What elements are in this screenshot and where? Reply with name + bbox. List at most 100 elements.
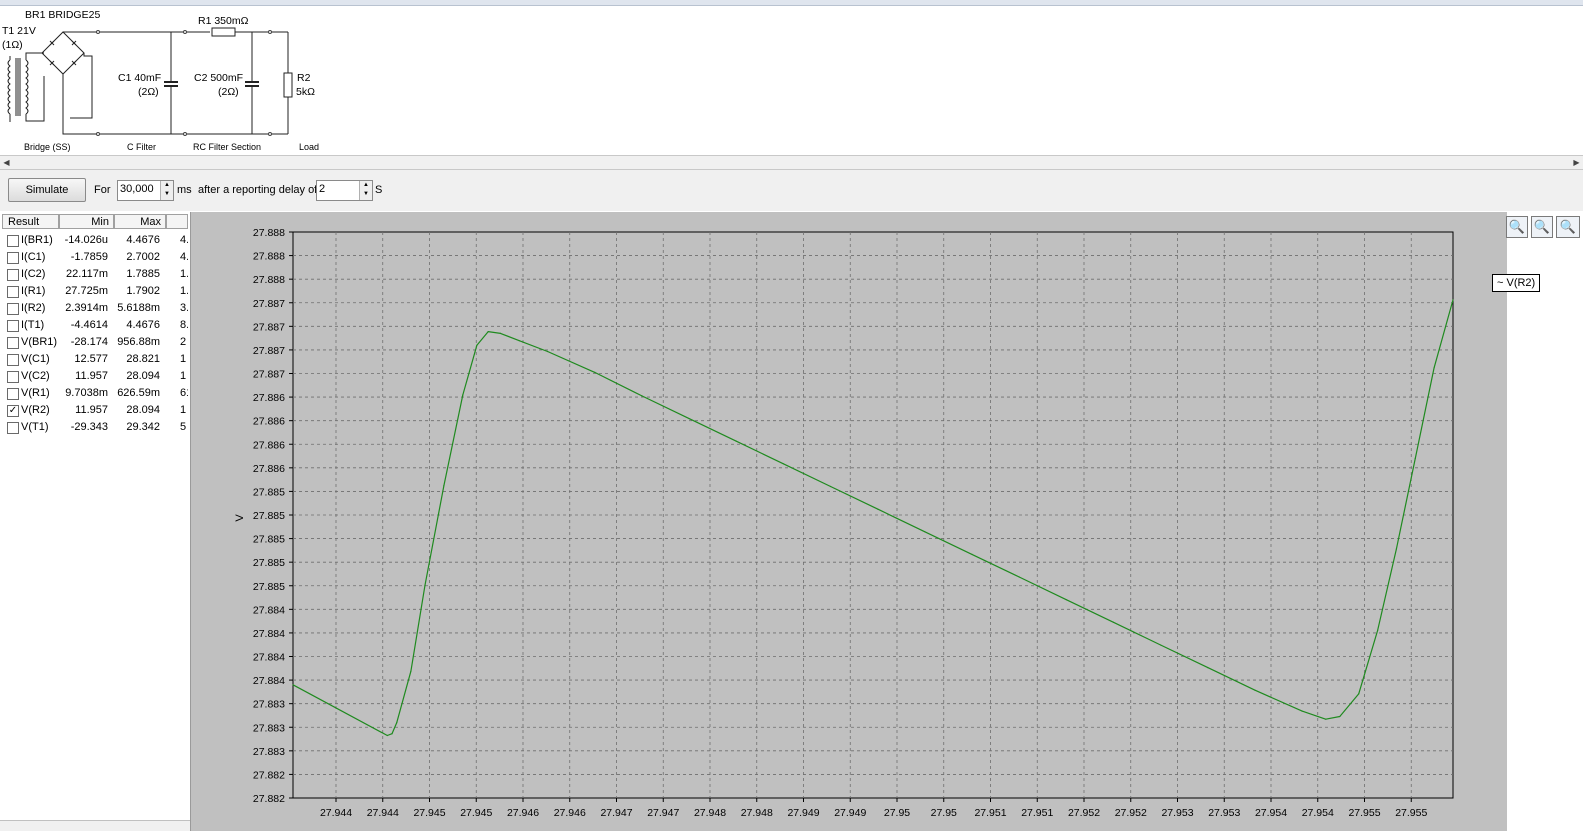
result-row[interactable]: V(T1) -29.343 29.342 5 bbox=[2, 419, 188, 436]
result-name: V(R2) bbox=[21, 404, 50, 416]
result-row[interactable]: V(C1) 12.577 28.821 1 bbox=[2, 351, 188, 368]
result-row[interactable]: I(R1) 27.725m 1.7902 1. bbox=[2, 283, 188, 300]
result-name: V(BR1) bbox=[21, 336, 58, 348]
result-min: -28.174 bbox=[70, 336, 108, 348]
result-checkbox[interactable] bbox=[7, 388, 19, 400]
x-tick-label: 27.948 bbox=[694, 807, 726, 819]
zoom-in-icon[interactable]: 🔍 bbox=[1506, 216, 1528, 238]
x-tick-label: 27.953 bbox=[1161, 807, 1193, 819]
for-label: For bbox=[94, 184, 111, 196]
result-name: I(T1) bbox=[21, 319, 45, 331]
y-tick-label: 27.884 bbox=[253, 675, 285, 687]
legend-v-r2[interactable]: ~ V(R2) bbox=[1492, 274, 1541, 292]
result-checkbox[interactable] bbox=[7, 286, 19, 298]
result-checkbox[interactable] bbox=[7, 303, 19, 315]
result-checkbox[interactable] bbox=[7, 252, 19, 264]
series-point bbox=[1433, 367, 1435, 369]
y-tick-label: 27.887 bbox=[253, 321, 285, 333]
scroll-right-arrow-icon[interactable]: ▶ bbox=[1570, 156, 1583, 169]
result-row[interactable]: I(R2) 2.3914m 5.6188m 3.2 bbox=[2, 300, 188, 317]
series-point bbox=[1254, 689, 1256, 691]
result-row[interactable]: I(C2) 22.117m 1.7885 1. bbox=[2, 266, 188, 283]
schematic-panel: BR1 BRIDGE25 T1 21V (1Ω) R1 350mΩ C1 40m… bbox=[0, 6, 1583, 154]
result-row[interactable]: I(BR1) -14.026u 4.4676 4. bbox=[2, 232, 188, 249]
series-point bbox=[396, 722, 398, 724]
delay-spin-arrows-icon[interactable]: ▲ ▼ bbox=[359, 181, 372, 200]
series-point bbox=[1301, 710, 1303, 712]
series-point bbox=[424, 584, 426, 586]
result-extra: 616 bbox=[180, 387, 188, 399]
x-tick-label: 27.954 bbox=[1302, 807, 1334, 819]
column-header-result[interactable]: Result bbox=[2, 214, 59, 229]
result-min: -1.7859 bbox=[70, 251, 108, 263]
result-name: V(T1) bbox=[21, 421, 49, 433]
result-checkbox[interactable] bbox=[7, 354, 19, 366]
result-row[interactable]: V(C2) 11.957 28.094 1 bbox=[2, 368, 188, 385]
zoom-out-icon[interactable]: 🔍 bbox=[1531, 216, 1553, 238]
ms-label: ms bbox=[177, 184, 192, 196]
result-checkbox[interactable] bbox=[7, 422, 19, 434]
y-tick-label: 27.888 bbox=[253, 274, 285, 286]
delay-value[interactable]: 2 bbox=[319, 183, 325, 195]
column-header-min[interactable]: Min bbox=[59, 214, 114, 229]
t1-resistance-label: (1Ω) bbox=[2, 39, 23, 51]
x-tick-label: 27.946 bbox=[554, 807, 586, 819]
result-checkbox[interactable] bbox=[7, 269, 19, 281]
series-point bbox=[688, 418, 690, 420]
result-row[interactable]: I(T1) -4.4614 4.4676 8. bbox=[2, 317, 188, 334]
result-min: 9.7038m bbox=[65, 387, 108, 399]
duration-value[interactable]: 30,000 bbox=[120, 183, 154, 195]
t1-label: T1 21V bbox=[2, 25, 36, 37]
result-checkbox[interactable] bbox=[7, 235, 19, 247]
y-tick-label: 27.882 bbox=[253, 793, 285, 805]
result-extra: 5 bbox=[180, 421, 187, 433]
c2-label: C2 500mF bbox=[194, 72, 244, 84]
zoom-fit-icon[interactable]: 🔍 bbox=[1556, 216, 1580, 238]
scroll-left-arrow-icon[interactable]: ◀ bbox=[0, 156, 13, 169]
r2-value-label: 5kΩ bbox=[296, 86, 315, 98]
x-tick-label: 27.945 bbox=[460, 807, 492, 819]
results-hscrollbar[interactable] bbox=[0, 820, 190, 831]
schematic-hscrollbar[interactable]: ◀ ▶ bbox=[0, 155, 1583, 170]
result-row[interactable]: ✓ V(R2) 11.957 28.094 1 bbox=[2, 402, 188, 419]
result-min: 11.957 bbox=[75, 370, 108, 382]
x-tick-label: 27.953 bbox=[1208, 807, 1240, 819]
series-point bbox=[830, 485, 832, 488]
waveform-chart[interactable]: 27.888 27.888 27.888 27.887 27.887 27.887 27.8… bbox=[191, 212, 1507, 831]
delay-spinner[interactable]: 2 ▲ ▼ bbox=[316, 180, 373, 201]
series-point bbox=[410, 670, 412, 672]
column-header-max[interactable]: Max bbox=[114, 214, 166, 229]
y-tick-label: 27.885 bbox=[253, 557, 285, 569]
column-header-extra[interactable] bbox=[166, 214, 188, 229]
reporting-delay-label: after a reporting delay of bbox=[198, 184, 318, 196]
y-tick-label: 27.882 bbox=[253, 769, 285, 781]
x-tick-label: 27.951 bbox=[974, 807, 1006, 819]
result-name: I(R1) bbox=[21, 285, 46, 297]
result-max: 626.59m bbox=[117, 387, 160, 399]
result-name: I(BR1) bbox=[21, 234, 53, 246]
duration-spinner[interactable]: 30,000 ▲ ▼ bbox=[117, 180, 174, 201]
series-point bbox=[462, 394, 464, 396]
result-row[interactable]: V(BR1) -28.174 956.88m 2 bbox=[2, 334, 188, 351]
series-point bbox=[1112, 621, 1115, 623]
series-point bbox=[1339, 715, 1341, 718]
result-checkbox[interactable] bbox=[7, 371, 19, 383]
result-row[interactable]: V(R1) 9.7038m 626.59m 616 bbox=[2, 385, 188, 402]
simulate-button[interactable]: Simulate bbox=[8, 178, 86, 202]
x-tick-label: 27.947 bbox=[600, 807, 632, 819]
result-checkbox[interactable] bbox=[7, 320, 19, 332]
series-point bbox=[391, 733, 393, 735]
result-min: 27.725m bbox=[65, 285, 108, 297]
result-checkbox[interactable] bbox=[7, 337, 19, 349]
series-point bbox=[782, 463, 785, 465]
duration-spin-arrows-icon[interactable]: ▲ ▼ bbox=[160, 181, 173, 200]
series-point bbox=[641, 395, 643, 397]
y-tick-label: 27.884 bbox=[253, 628, 285, 640]
section-label-rc: RC Filter Section bbox=[193, 142, 262, 152]
result-checkbox[interactable]: ✓ bbox=[7, 405, 19, 417]
result-max: 2.7002 bbox=[126, 251, 160, 263]
result-row[interactable]: I(C1) -1.7859 2.7002 4. bbox=[2, 249, 188, 266]
series-point bbox=[594, 371, 596, 373]
x-tick-label: 27.95 bbox=[931, 807, 957, 819]
y-tick-label: 27.887 bbox=[253, 345, 285, 357]
